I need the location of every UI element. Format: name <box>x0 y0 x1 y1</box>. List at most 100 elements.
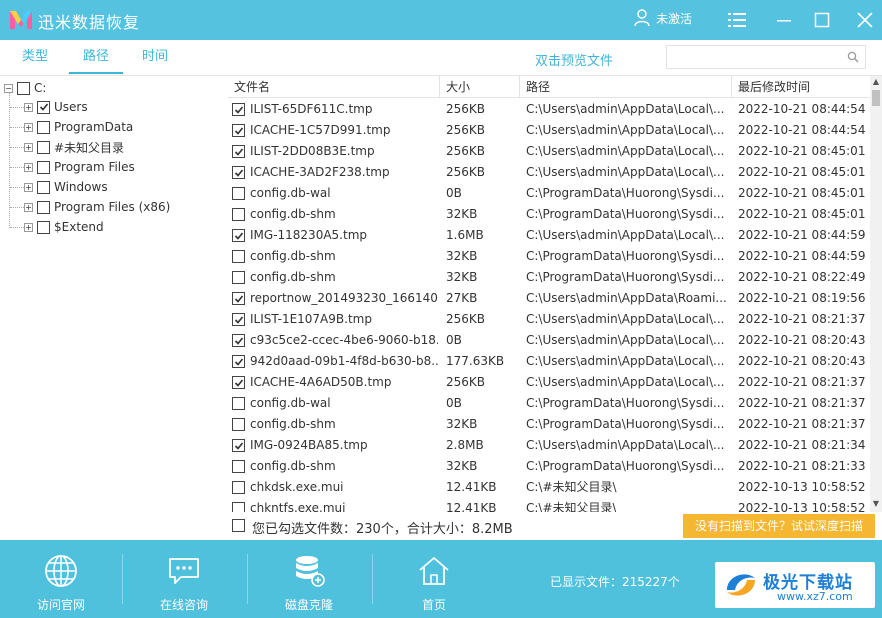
scroll-up-icon[interactable]: ▲ <box>872 78 880 86</box>
online-consult-button[interactable]: 在线咨询 <box>123 540 245 618</box>
file-name-cell: ICACHE-4A6AD50B.tmp <box>250 375 392 389</box>
vertical-scrollbar[interactable]: ▲ ▼ <box>870 76 882 512</box>
tree-checkbox[interactable] <box>37 100 50 114</box>
file-path-cell: C:\ProgramData\Huorong\Sysdi... <box>526 249 725 263</box>
row-checkbox[interactable] <box>232 250 245 263</box>
row-checkbox[interactable] <box>232 229 245 242</box>
tree-node[interactable]: + Windows <box>24 178 108 196</box>
minimize-button[interactable] <box>771 7 797 33</box>
visit-website-button[interactable]: 访问官网 <box>0 540 122 618</box>
search-box[interactable] <box>666 45 866 69</box>
table-row[interactable]: config.db-shm 32KB C:\ProgramData\Huorong\… <box>228 414 870 435</box>
row-checkbox[interactable] <box>232 166 245 179</box>
scroll-down-icon[interactable]: ▼ <box>872 500 880 508</box>
tree-checkbox[interactable] <box>37 220 50 234</box>
file-path-cell: C:\ProgramData\Huorong\Sysdi... <box>526 207 725 221</box>
user-account[interactable]: 未激活 <box>634 9 692 27</box>
column-header-size[interactable]: 大小 <box>440 76 520 98</box>
expand-icon[interactable]: + <box>24 202 33 212</box>
collapse-icon[interactable]: − <box>4 83 13 93</box>
row-checkbox[interactable] <box>232 208 245 221</box>
table-row[interactable]: ILIST-2DD08B3E.tmp 256KB C:\Users\admin\Ap… <box>228 141 870 162</box>
table-row[interactable]: chkntfs.exe.mui 12.41KB C:\#未知父目录\ 2022-10-… <box>228 498 870 512</box>
table-row[interactable]: IMG-118230A5.tmp 1.6MB C:\Users\admin\AppD… <box>228 225 870 246</box>
tree-node[interactable]: + Program Files <box>24 158 135 176</box>
file-modified-cell: 2022-10-21 08:21:37 <box>738 396 866 410</box>
file-name-cell: config.db-shm <box>250 459 336 473</box>
maximize-button[interactable] <box>809 7 835 33</box>
tree-checkbox[interactable] <box>37 140 50 154</box>
select-all-checkbox[interactable] <box>232 519 245 532</box>
column-header-modified[interactable]: 最后修改时间 <box>732 76 870 98</box>
row-checkbox[interactable] <box>232 481 245 494</box>
row-checkbox[interactable] <box>232 292 245 305</box>
table-row[interactable]: config.db-shm 32KB C:\ProgramData\Huorong\… <box>228 246 870 267</box>
tree-node[interactable]: + ProgramData <box>24 118 133 136</box>
row-checkbox[interactable] <box>232 145 245 158</box>
expand-icon[interactable]: + <box>24 162 33 172</box>
column-header-path[interactable]: 路径 <box>520 76 732 98</box>
tree-node[interactable]: + #未知父目录 <box>24 138 124 156</box>
table-row[interactable]: config.db-wal 0B C:\ProgramData\Huorong\Sy… <box>228 183 870 204</box>
tree-node-c[interactable]: − C: <box>4 79 46 97</box>
tree-checkbox[interactable] <box>37 180 50 194</box>
row-checkbox[interactable] <box>232 103 245 116</box>
tree-checkbox[interactable] <box>17 81 30 95</box>
table-row[interactable]: config.db-shm 32KB C:\ProgramData\Huorong\… <box>228 456 870 477</box>
file-size-cell: 0B <box>446 396 462 410</box>
deep-scan-button[interactable]: 没有扫描到文件？试试深度扫描 <box>683 514 875 538</box>
scroll-thumb[interactable] <box>872 90 880 106</box>
search-icon[interactable] <box>847 51 859 63</box>
file-size-cell: 2.8MB <box>446 438 484 452</box>
directory-tree: − C: + Users + ProgramData + #未知父目录 + Program F… <box>0 76 228 512</box>
table-row[interactable]: config.db-shm 32KB C:\ProgramData\Huorong\… <box>228 204 870 225</box>
expand-icon[interactable]: + <box>24 142 33 152</box>
disk-clone-button[interactable]: 磁盘克隆 <box>248 540 370 618</box>
row-checkbox[interactable] <box>232 124 245 137</box>
table-row[interactable]: ICACHE-1C57D991.tmp 256KB C:\Users\admin\A… <box>228 120 870 141</box>
row-checkbox[interactable] <box>232 334 245 347</box>
table-row[interactable]: ICACHE-3AD2F238.tmp 256KB C:\Users\admin\A… <box>228 162 870 183</box>
row-checkbox[interactable] <box>232 187 245 200</box>
tree-checkbox[interactable] <box>37 200 50 214</box>
row-checkbox[interactable] <box>232 418 245 431</box>
tab-time[interactable]: 时间 <box>130 40 180 74</box>
row-checkbox[interactable] <box>232 355 245 368</box>
expand-icon[interactable]: + <box>24 222 33 232</box>
table-row[interactable]: ILIST-1E107A9B.tmp 256KB C:\Users\admin\Ap… <box>228 309 870 330</box>
table-row[interactable]: 942d0aad-09b1-4f8d-b630-b8... 177.63KB C:\… <box>228 351 870 372</box>
row-checkbox[interactable] <box>232 460 245 473</box>
table-row[interactable]: reportnow_201493230_166140... 27KB C:\User… <box>228 288 870 309</box>
row-checkbox[interactable] <box>232 376 245 389</box>
table-row[interactable]: c93c5ce2-ccec-4be6-9060-b18... 0B C:\Users… <box>228 330 870 351</box>
expand-icon[interactable]: + <box>24 102 33 112</box>
menu-button[interactable] <box>724 7 750 33</box>
tab-type[interactable]: 类型 <box>10 40 60 74</box>
row-checkbox[interactable] <box>232 271 245 284</box>
row-checkbox[interactable] <box>232 439 245 452</box>
tree-node[interactable]: + Users <box>24 98 88 116</box>
close-button[interactable] <box>852 7 878 33</box>
file-modified-cell: 2022-10-21 08:21:34 <box>738 438 866 452</box>
tab-path[interactable]: 路径 <box>69 40 123 74</box>
file-path-cell: C:\ProgramData\Huorong\Sysdi... <box>526 270 725 284</box>
home-button[interactable]: 首页 <box>373 540 495 618</box>
expand-icon[interactable]: + <box>24 122 33 132</box>
tree-node[interactable]: + $Extend <box>24 218 104 236</box>
tree-checkbox[interactable] <box>37 120 50 134</box>
expand-icon[interactable]: + <box>24 182 33 192</box>
tree-checkbox[interactable] <box>37 160 50 174</box>
column-header-name[interactable]: 文件名 <box>228 76 440 98</box>
table-row[interactable]: IMG-0924BA85.tmp 2.8MB C:\Users\admin\AppD… <box>228 435 870 456</box>
row-checkbox[interactable] <box>232 313 245 326</box>
table-row[interactable]: config.db-shm 32KB C:\ProgramData\Huorong\… <box>228 267 870 288</box>
file-size-cell: 256KB <box>446 144 486 158</box>
search-input[interactable] <box>667 46 837 68</box>
table-row[interactable]: config.db-wal 0B C:\ProgramData\Huorong\Sy… <box>228 393 870 414</box>
row-checkbox[interactable] <box>232 397 245 410</box>
table-row[interactable]: ILIST-65DF611C.tmp 256KB C:\Users\admin\Ap… <box>228 99 870 120</box>
table-row[interactable]: chkdsk.exe.mui 12.41KB C:\#未知父目录\ 2022-10-1… <box>228 477 870 498</box>
table-row[interactable]: ICACHE-4A6AD50B.tmp 256KB C:\Users\admin\A… <box>228 372 870 393</box>
tree-node[interactable]: + Program Files (x86) <box>24 198 170 216</box>
row-checkbox[interactable] <box>232 502 245 512</box>
